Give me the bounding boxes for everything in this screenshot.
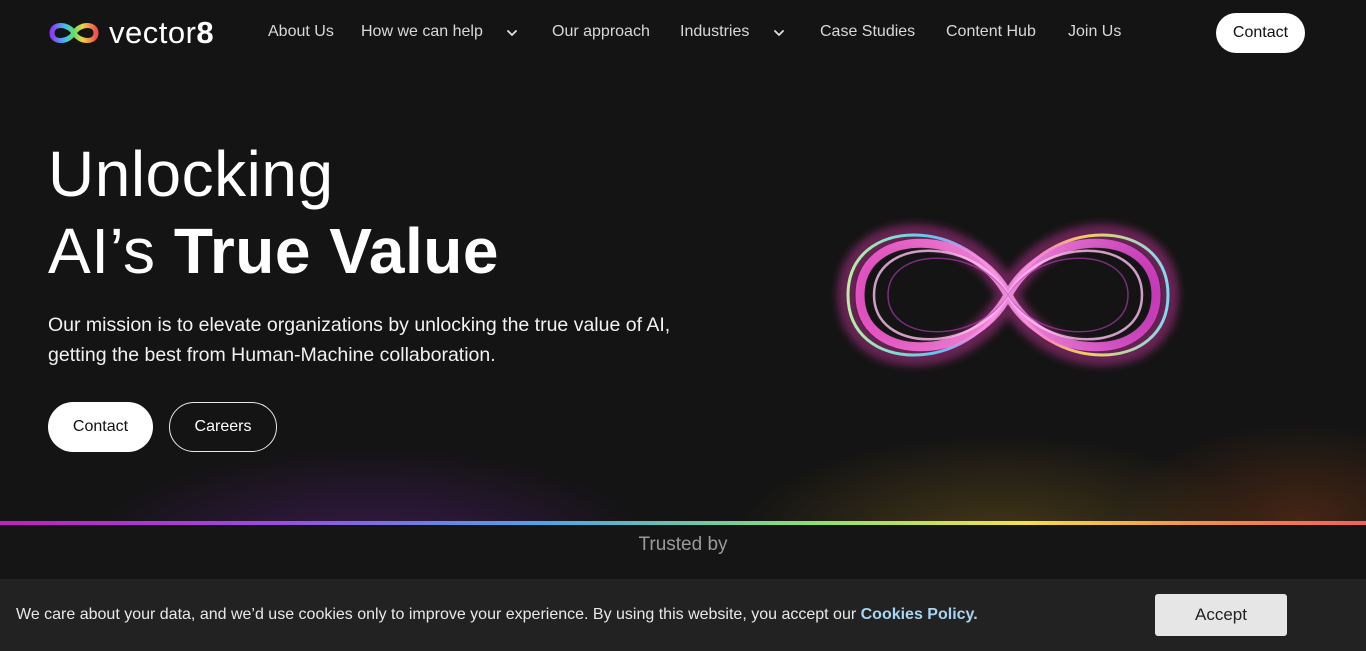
nav-item-industries[interactable]: Industries (680, 23, 749, 41)
page-title: Unlocking AI’s True Value (48, 136, 499, 290)
chevron-down-icon[interactable] (506, 27, 518, 39)
nav-item-our-approach[interactable]: Our approach (552, 23, 650, 41)
nav-item-case-studies[interactable]: Case Studies (820, 23, 915, 41)
mission-statement: Our mission is to elevate organizations … (48, 314, 671, 366)
cookie-banner: We care about your data, and we’d use co… (0, 579, 1366, 651)
trusted-by-heading: Trusted by (638, 534, 728, 555)
cookies-policy-link[interactable]: Cookies Policy. (861, 606, 978, 623)
nav-item-about-us[interactable]: About Us (268, 23, 334, 41)
accept-cookies-button[interactable]: Accept (1155, 594, 1287, 636)
hero-section: vector8 About Us How we can help Our app… (0, 0, 1366, 521)
cookie-message: We care about your data, and we’d use co… (16, 606, 978, 624)
nav-item-content-hub[interactable]: Content Hub (946, 23, 1036, 41)
nav-contact-button[interactable]: Contact (1216, 13, 1305, 53)
nav-item-join-us[interactable]: Join Us (1068, 23, 1121, 41)
infinity-logo-icon (49, 23, 99, 43)
nav-item-how-we-can-help[interactable]: How we can help (361, 23, 483, 41)
chevron-down-icon[interactable] (773, 27, 785, 39)
cookie-message-text: We care about your data, and we’d use co… (16, 606, 861, 623)
hero-contact-button[interactable]: Contact (48, 402, 153, 452)
top-navigation: vector8 About Us How we can help Our app… (0, 0, 1366, 66)
title-line-2-bold: True Value (173, 215, 499, 287)
brand-logo[interactable]: vector8 (48, 14, 214, 52)
title-line-1: Unlocking (48, 138, 334, 210)
brand-name: vector8 (109, 15, 215, 50)
glowing-infinity-icon (836, 224, 1180, 366)
hero-careers-button[interactable]: Careers (169, 402, 277, 452)
title-line-2-regular: AI’s (48, 215, 174, 287)
